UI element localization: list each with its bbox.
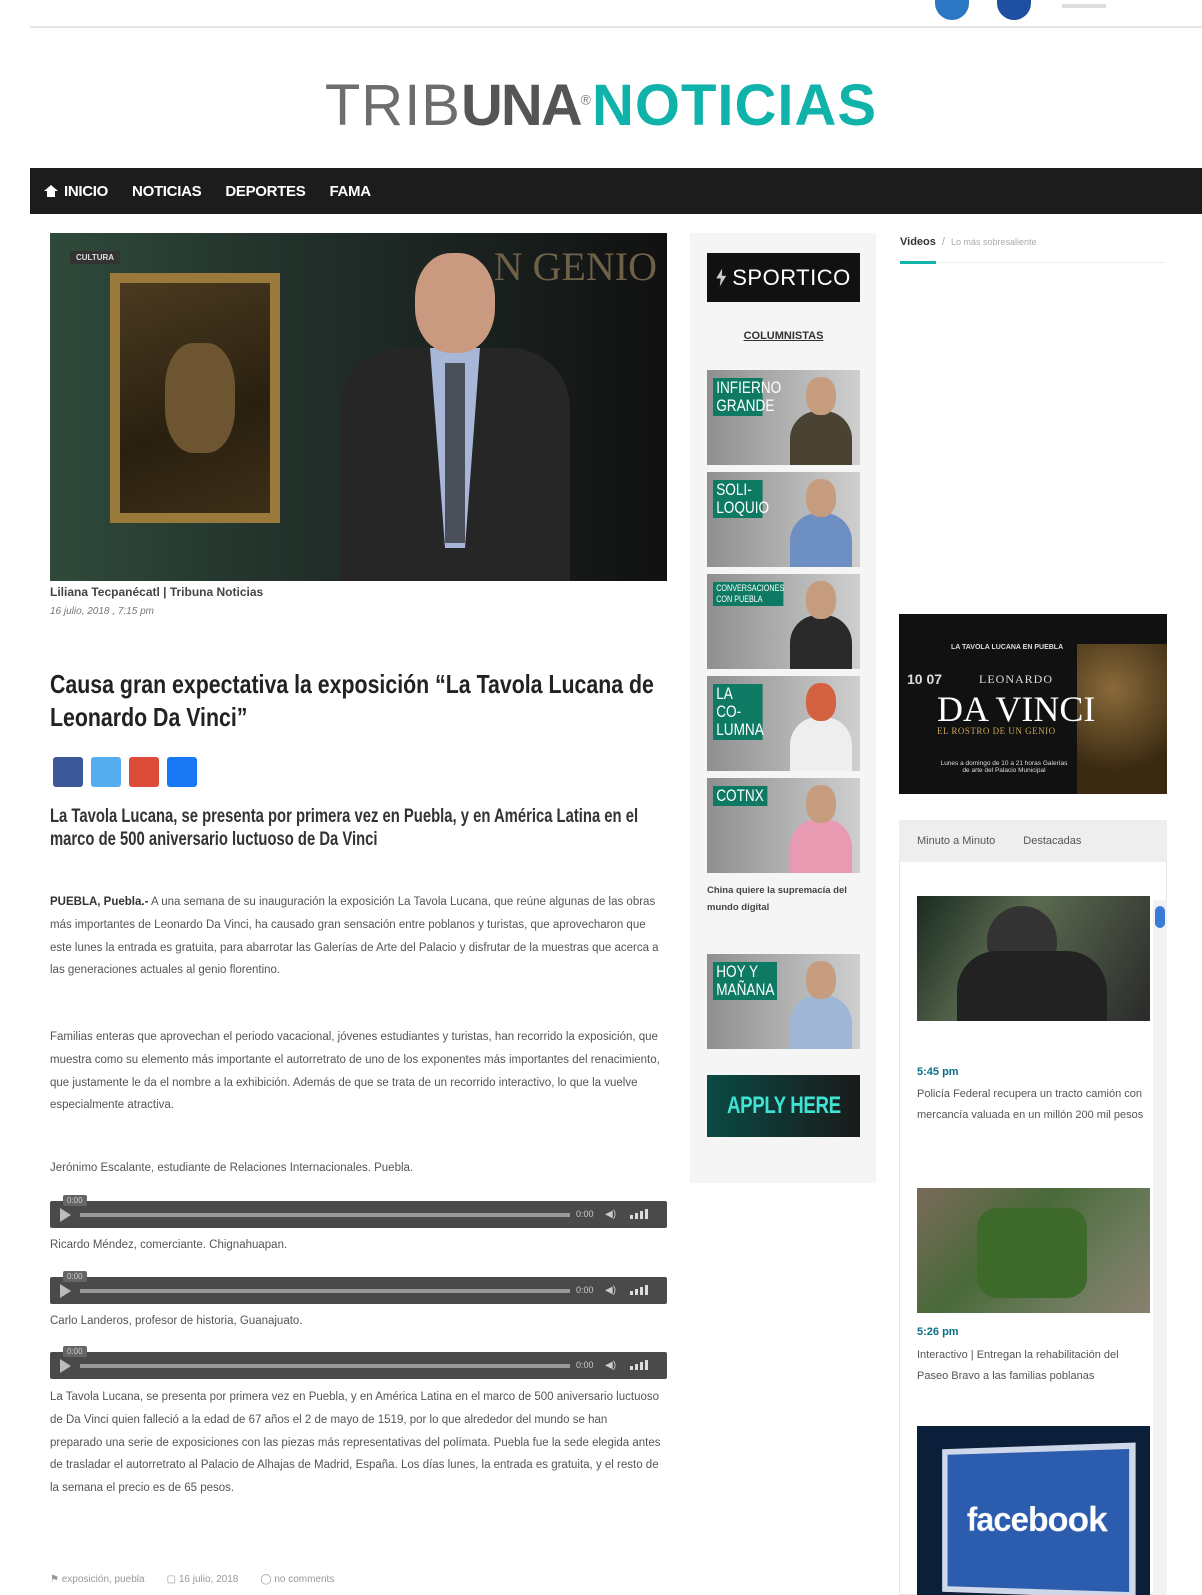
share-facebook-button[interactable] [53,757,83,787]
audio-duration: 0:00 [576,1360,594,1370]
panel-scrollbar[interactable] [1153,900,1167,1595]
play-icon[interactable] [60,1359,71,1373]
volume-icon[interactable]: ◀) [605,1285,616,1296]
article-title: Causa gran expectativa la exposición “La… [50,669,654,732]
share-messenger-button[interactable] [167,757,197,787]
nav-item-deportes[interactable]: DEPORTES [225,183,305,200]
columnist-card[interactable]: CONVERSACIONES CON PUEBLA [707,574,860,669]
article-date: 16 julio, 2018 , 7:15 pm [50,606,154,617]
top-divider [30,26,1202,28]
nav-item-fama[interactable]: FAMA [329,183,371,200]
davinci-exhibition-ad[interactable]: LA TAVOLA LUCANA EN PUEBLA 10 07 LEONARD… [899,614,1167,794]
audio-progress-bar[interactable] [80,1364,570,1368]
scrollbar-thumb[interactable] [1155,906,1165,928]
audio-current-time: 0:00 [63,1346,87,1357]
share-google-button[interactable] [129,757,159,787]
comments-link[interactable]: ◯ no comments [260,1574,334,1585]
volume-icon[interactable]: ◀) [605,1360,616,1371]
page: TRIBUNA®NOTICIAS INICIO NOTICIAS DEPORTE… [0,0,1202,1595]
audio-caption: Jerónimo Escalante, estudiante de Relaci… [50,1162,414,1174]
audio-progress-bar[interactable] [80,1213,570,1217]
home-icon [44,185,58,197]
audio-player[interactable]: 0:00 0:00 ◀) [50,1346,667,1379]
news-tabs: Minuto a Minuto Destacadas [899,820,1167,862]
columnistas-heading[interactable]: COLUMNISTAS [707,330,860,342]
videos-accent-bar [900,261,936,264]
calendar-icon: ▢ [166,1574,179,1585]
audio-caption: Ricardo Méndez, comerciante. Chignahuapa… [50,1239,288,1251]
apply-here-banner[interactable]: APPLY HERE [707,1075,860,1137]
news-headline[interactable]: Interactivo | Entregan la rehabilitación… [917,1345,1147,1387]
share-twitter-button[interactable] [91,757,121,787]
main-nav: INICIO NOTICIAS DEPORTES FAMA [30,168,1202,214]
news-time: 5:45 pm [917,1066,959,1078]
sportico-banner[interactable]: SPORTICO [707,253,860,302]
columnist-photo [790,961,852,1049]
twitter-icon[interactable] [935,0,969,20]
tag-link[interactable]: ⚑ exposición, puebla [50,1574,145,1585]
article-meta: ⚑ exposición, puebla ▢ 16 julio, 2018 ◯ … [50,1574,334,1585]
site-logo[interactable]: TRIBUNA®NOTICIAS [0,72,1202,139]
tag-icon: ⚑ [50,1574,62,1585]
comment-icon: ◯ [260,1574,275,1585]
play-icon[interactable] [60,1284,71,1298]
article-subtitle: La Tavola Lucana, se presenta por primer… [50,806,639,850]
article-hero-image: N GENIO CULTURA [50,233,667,581]
article-paragraph: PUEBLA, Puebla.- A una semana de su inau… [50,896,659,977]
columnist-photo [790,785,852,873]
columnist-photo [790,581,852,669]
bolt-icon [716,268,727,287]
columnist-card[interactable]: HOY Y MAÑANA [707,954,860,1049]
tab-minuto-a-minuto[interactable]: Minuto a Minuto [917,835,995,847]
news-time: 5:26 pm [917,1326,959,1338]
tab-destacadas[interactable]: Destacadas [1023,835,1081,847]
columnist-card[interactable]: LA CO- LUMNA [707,676,860,771]
news-image[interactable] [917,1188,1150,1313]
painting-frame [110,273,280,523]
man-in-suit [340,253,570,581]
videos-divider [900,262,1166,263]
top-social-icons [935,0,1031,20]
columnist-photo [790,479,852,567]
news-image[interactable] [917,896,1150,1021]
volume-slider[interactable] [630,1285,648,1295]
facebook-icon[interactable] [997,0,1031,20]
columnist-card[interactable]: INFIERNO GRANDE [707,370,860,465]
columnist-photo [790,377,852,465]
share-buttons [53,757,197,787]
audio-caption: Carlo Landeros, profesor de historia, Gu… [50,1315,303,1327]
columnist-card[interactable]: COTNX [707,778,860,873]
columnist-card[interactable]: SOLI- LOQUIO [707,472,860,567]
nav-item-inicio[interactable]: INICIO [44,183,108,200]
audio-player[interactable]: 0:00 0:00 ◀) [50,1195,667,1228]
search-icon[interactable] [1062,4,1106,8]
audio-duration: 0:00 [576,1285,594,1295]
post-date: ▢ 16 julio, 2018 [166,1574,239,1585]
nav-item-noticias[interactable]: NOTICIAS [132,183,202,200]
article-paragraph: Familias enteras que aprovechan el perio… [50,1031,660,1112]
facebook-logo-text: facebook [966,1500,1107,1540]
audio-player[interactable]: 0:00 0:00 ◀) [50,1271,667,1304]
volume-icon[interactable]: ◀) [605,1209,616,1220]
audio-progress-bar[interactable] [80,1289,570,1293]
play-icon[interactable] [60,1208,71,1222]
columnist-headline[interactable]: China quiere la supremacía del mundo dig… [707,882,857,916]
audio-current-time: 0:00 [63,1195,87,1206]
videos-tab[interactable]: Videos / Lo más sobresaliente [900,236,1037,248]
category-badge[interactable]: CULTURA [70,251,121,264]
article-paragraph: La Tavola Lucana, se presenta por primer… [50,1391,661,1495]
news-image[interactable]: facebook [917,1426,1150,1595]
columnist-photo [790,683,852,771]
volume-slider[interactable] [630,1209,648,1219]
volume-slider[interactable] [630,1360,648,1370]
article-byline: Liliana Tecpanécatl | Tribuna Noticias [50,585,264,599]
news-headline[interactable]: Policía Federal recupera un tracto camió… [917,1084,1147,1126]
audio-current-time: 0:00 [63,1271,87,1282]
audio-duration: 0:00 [576,1209,594,1219]
